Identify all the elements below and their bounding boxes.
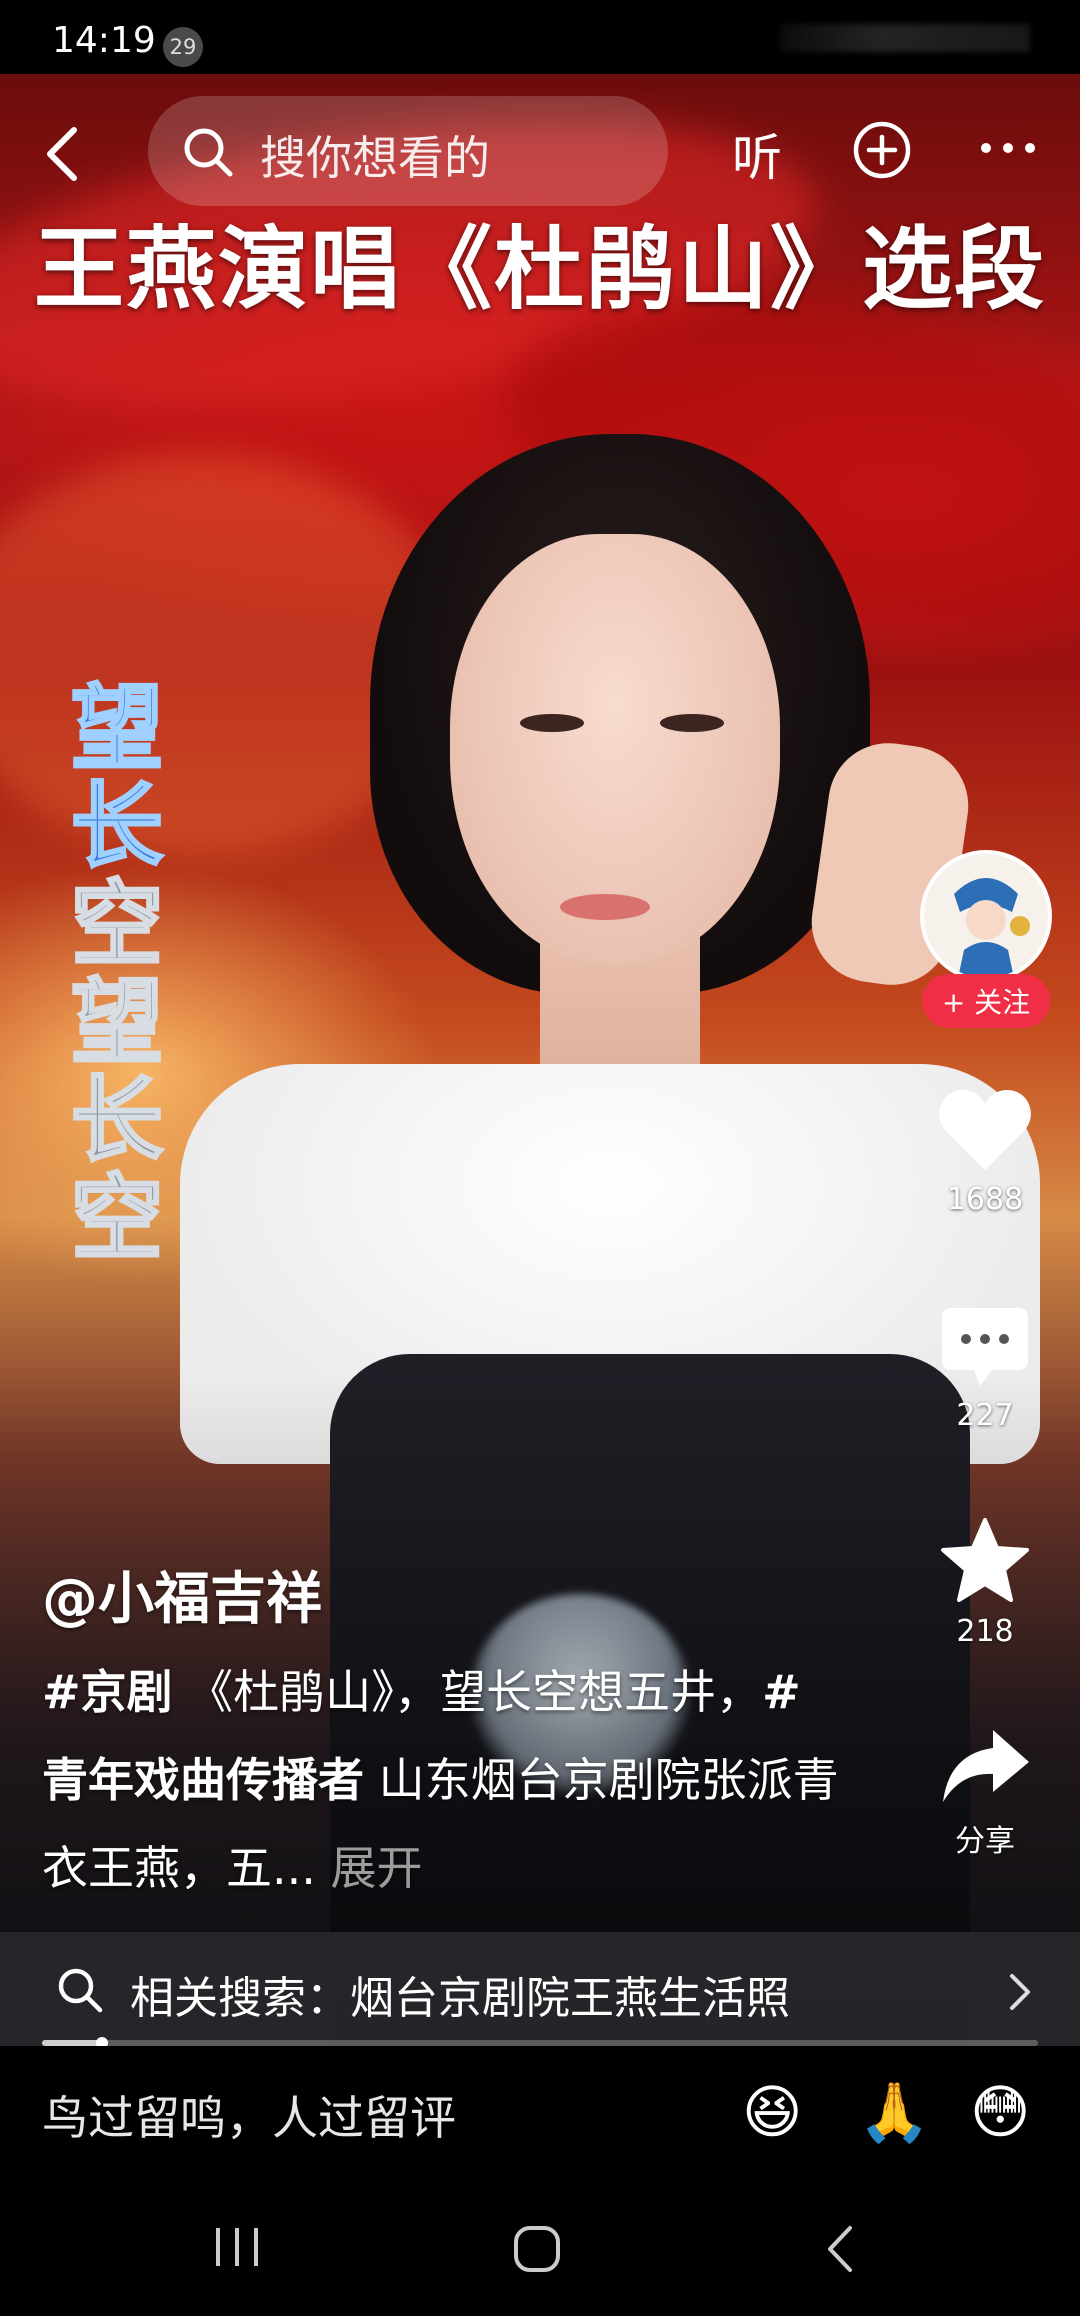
comment-icon <box>942 1308 1028 1386</box>
author-avatar[interactable] <box>920 850 1052 982</box>
favorite-button[interactable]: 218 <box>900 1516 1070 1649</box>
share-arrow-icon <box>943 1730 1029 1802</box>
video-title: 王燕演唱《杜鹃山》选段 <box>34 217 1046 322</box>
search-icon <box>184 128 233 177</box>
emoji-pray[interactable]: 🙏 <box>858 2078 930 2147</box>
singer-eye <box>660 714 724 732</box>
share-button[interactable]: 分享 <box>900 1726 1070 1860</box>
caption-text: 《杜鹃山》，望长空想五井， <box>172 1665 763 1719</box>
favorite-count: 218 <box>956 1614 1014 1649</box>
listen-button[interactable]: 听 <box>732 118 782 190</box>
comment-input[interactable]: 鸟过留鸣，人过留评 <box>42 2082 456 2148</box>
plus-circle-icon[interactable] <box>852 120 912 180</box>
notification-badge: 29 <box>163 27 203 67</box>
home-icon[interactable] <box>512 2224 562 2274</box>
status-icons <box>780 24 1030 52</box>
search-input[interactable]: 搜你想看的 <box>148 96 668 206</box>
expand-link[interactable]: 展开 <box>316 1841 422 1895</box>
chevron-left-icon[interactable] <box>42 124 82 184</box>
share-label: 分享 <box>955 1824 1015 1859</box>
star-icon <box>941 1518 1029 1602</box>
opera-character-icon <box>924 854 1048 978</box>
like-button[interactable]: 1688 <box>900 1086 1070 1217</box>
lyric-rest: 空望长空 <box>69 871 164 1272</box>
heart-icon <box>939 1090 1031 1170</box>
like-count: 1688 <box>946 1182 1024 1217</box>
more-horizontal-icon[interactable] <box>978 138 1038 158</box>
emoji-flushed[interactable]: 😳 <box>970 2078 1030 2146</box>
related-search-text: 相关搜索：烟台京剧院王燕生活照 <box>130 1973 790 2024</box>
author-name[interactable]: @小福吉祥 <box>42 1554 322 1635</box>
follow-button[interactable]: + 关注 <box>922 974 1050 1028</box>
search-placeholder: 搜你想看的 <box>260 131 490 185</box>
lyric-highlight: 望长 <box>69 675 164 880</box>
comment-button[interactable]: 227 <box>900 1306 1070 1433</box>
related-search-bar[interactable]: 相关搜索：烟台京剧院王燕生活照 <box>0 1932 1080 2046</box>
recent-apps-icon[interactable] <box>212 2224 262 2270</box>
vertical-lyric: 望长空望长空 <box>62 678 172 1269</box>
status-bar: 14:19 29 <box>0 0 1080 74</box>
chevron-right-icon <box>1010 1974 1030 2010</box>
comment-count: 227 <box>956 1398 1014 1433</box>
video-caption: #京剧 《杜鹃山》，望长空想五井，#青年戏曲传播者 山东烟台京剧院张派青衣王燕，… <box>42 1648 842 1912</box>
search-icon <box>58 1968 103 2013</box>
singer-eye <box>520 714 584 732</box>
system-nav-bar <box>0 2176 1080 2316</box>
emoji-laugh[interactable]: 😆 <box>742 2078 802 2146</box>
singer-lips <box>560 894 650 920</box>
back-nav-icon[interactable] <box>822 2224 856 2274</box>
comment-bar[interactable]: 鸟过留鸣，人过留评 😆 🙏 😳 <box>0 2046 1080 2176</box>
status-time: 14:19 <box>52 20 156 61</box>
hashtag-link[interactable]: #京剧 <box>42 1665 173 1719</box>
